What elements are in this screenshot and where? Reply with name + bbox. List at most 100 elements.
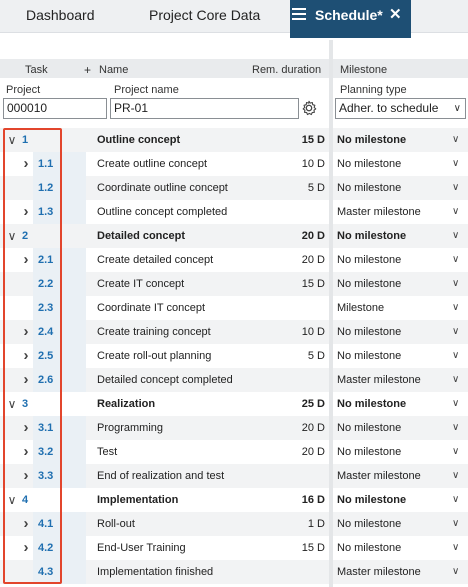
task-number[interactable]: 2.3 xyxy=(38,296,53,320)
chevron-down-icon[interactable]: ∨ xyxy=(452,416,459,440)
project-field[interactable]: 000010 xyxy=(3,98,107,119)
column-header-name[interactable]: Name xyxy=(99,64,128,76)
expand-chevron-icon[interactable]: › xyxy=(20,368,32,392)
task-name[interactable]: Test xyxy=(97,440,297,464)
chevron-down-icon[interactable]: ∨ xyxy=(452,464,459,488)
table-row[interactable]: › 2.1 Create detailed concept 20 D No milest… xyxy=(0,248,468,272)
column-header-task[interactable]: Task xyxy=(25,64,48,76)
task-number[interactable]: 3.1 xyxy=(38,416,53,440)
remaining-duration[interactable]: 20 D xyxy=(275,248,325,272)
milestone-select[interactable]: No milestone xyxy=(337,488,447,512)
task-name[interactable]: Outline concept completed xyxy=(97,200,297,224)
tab-project-core-data[interactable]: Project Core Data xyxy=(149,0,260,33)
task-name[interactable]: Create detailed concept xyxy=(97,248,297,272)
milestone-select[interactable]: Milestone xyxy=(337,296,447,320)
table-row[interactable]: 2.2 Create IT concept 15 D No milestone ∨ xyxy=(0,272,468,296)
remaining-duration[interactable]: 20 D xyxy=(275,440,325,464)
expand-chevron-icon[interactable]: › xyxy=(20,152,32,176)
milestone-select[interactable]: Master milestone xyxy=(337,200,447,224)
table-row[interactable]: ∨ 1 Outline concept 15 D No milestone ∨ xyxy=(0,128,468,152)
expand-chevron-icon[interactable]: › xyxy=(20,248,32,272)
task-name[interactable]: End-User Training xyxy=(97,536,297,560)
gear-icon[interactable] xyxy=(300,99,318,117)
chevron-down-icon[interactable]: ∨ xyxy=(452,296,459,320)
chevron-down-icon[interactable]: ∨ xyxy=(452,344,459,368)
remaining-duration[interactable]: 15 D xyxy=(275,128,325,152)
task-number[interactable]: 2.4 xyxy=(38,320,53,344)
expand-chevron-icon[interactable]: › xyxy=(20,200,32,224)
task-number[interactable]: 3.3 xyxy=(38,464,53,488)
remaining-duration[interactable] xyxy=(275,464,325,488)
remaining-duration[interactable]: 10 D xyxy=(275,152,325,176)
remaining-duration[interactable] xyxy=(275,560,325,584)
expand-chevron-icon[interactable]: › xyxy=(20,536,32,560)
task-name[interactable]: Create IT concept xyxy=(97,272,297,296)
task-number[interactable]: 4.3 xyxy=(38,560,53,584)
expand-chevron-icon[interactable]: › xyxy=(20,344,32,368)
remaining-duration[interactable]: 15 D xyxy=(275,272,325,296)
table-row[interactable]: › 2.6 Detailed concept completed Master mil… xyxy=(0,368,468,392)
column-header-milestone[interactable]: Milestone xyxy=(340,64,387,76)
milestone-select[interactable]: Master milestone xyxy=(337,560,447,584)
remaining-duration[interactable] xyxy=(275,368,325,392)
remaining-duration[interactable]: 20 D xyxy=(275,416,325,440)
task-name[interactable]: Create training concept xyxy=(97,320,297,344)
milestone-select[interactable]: No milestone xyxy=(337,512,447,536)
table-row[interactable]: › 3.2 Test 20 D No milestone ∨ xyxy=(0,440,468,464)
hamburger-menu-icon[interactable] xyxy=(292,8,306,21)
task-number[interactable]: 4 xyxy=(22,488,28,512)
expand-chevron-icon[interactable]: › xyxy=(20,416,32,440)
task-number[interactable]: 1.1 xyxy=(38,152,53,176)
milestone-select[interactable]: No milestone xyxy=(337,224,447,248)
task-number[interactable]: 2.1 xyxy=(38,248,53,272)
milestone-select[interactable]: No milestone xyxy=(337,416,447,440)
chevron-down-icon[interactable]: ∨ xyxy=(452,224,459,248)
table-row[interactable]: ∨ 2 Detailed concept 20 D No milestone ∨ xyxy=(0,224,468,248)
table-row[interactable]: › 4.2 End-User Training 15 D No milestone ∨ xyxy=(0,536,468,560)
milestone-select[interactable]: No milestone xyxy=(337,152,447,176)
chevron-down-icon[interactable]: ∨ xyxy=(452,128,459,152)
chevron-down-icon[interactable]: ∨ xyxy=(452,392,459,416)
collapse-chevron-icon[interactable]: ∨ xyxy=(6,392,18,416)
collapse-chevron-icon[interactable]: ∨ xyxy=(6,128,18,152)
milestone-select[interactable]: No milestone xyxy=(337,272,447,296)
milestone-select[interactable]: No milestone xyxy=(337,248,447,272)
remaining-duration[interactable]: 16 D xyxy=(275,488,325,512)
table-row[interactable]: › 3.3 End of realization and test Master mi… xyxy=(0,464,468,488)
task-name[interactable]: Coordinate outline concept xyxy=(97,176,297,200)
table-row[interactable]: › 4.1 Roll-out 1 D No milestone ∨ xyxy=(0,512,468,536)
milestone-select[interactable]: Master milestone xyxy=(337,368,447,392)
remaining-duration[interactable]: 15 D xyxy=(275,536,325,560)
add-task-button[interactable]: + xyxy=(84,63,91,77)
table-row[interactable]: ∨ 3 Realization 25 D No milestone ∨ xyxy=(0,392,468,416)
milestone-select[interactable]: No milestone xyxy=(337,320,447,344)
remaining-duration[interactable]: 25 D xyxy=(275,392,325,416)
milestone-select[interactable]: No milestone xyxy=(337,536,447,560)
chevron-down-icon[interactable]: ∨ xyxy=(452,560,459,584)
task-name[interactable]: Create roll-out planning xyxy=(97,344,297,368)
task-name[interactable]: Coordinate IT concept xyxy=(97,296,297,320)
milestone-select[interactable]: Master milestone xyxy=(337,464,447,488)
task-number[interactable]: 3 xyxy=(22,392,28,416)
chevron-down-icon[interactable]: ∨ xyxy=(452,536,459,560)
expand-chevron-icon[interactable]: › xyxy=(20,512,32,536)
tab-dashboard[interactable]: Dashboard xyxy=(26,0,95,33)
milestone-select[interactable]: No milestone xyxy=(337,440,447,464)
task-number[interactable]: 1 xyxy=(22,128,28,152)
project-name-field[interactable]: PR-01 xyxy=(110,98,299,119)
chevron-down-icon[interactable]: ∨ xyxy=(452,488,459,512)
task-number[interactable]: 2.2 xyxy=(38,272,53,296)
milestone-select[interactable]: No milestone xyxy=(337,392,447,416)
table-row[interactable]: 2.3 Coordinate IT concept Milestone ∨ xyxy=(0,296,468,320)
chevron-down-icon[interactable]: ∨ xyxy=(452,440,459,464)
chevron-down-icon[interactable]: ∨ xyxy=(452,368,459,392)
remaining-duration[interactable]: 1 D xyxy=(275,512,325,536)
expand-chevron-icon[interactable]: › xyxy=(20,464,32,488)
milestone-select[interactable]: No milestone xyxy=(337,128,447,152)
planning-type-select[interactable]: Adher. to schedule ∨ xyxy=(335,98,466,119)
remaining-duration[interactable] xyxy=(275,200,325,224)
table-row[interactable]: ∨ 4 Implementation 16 D No milestone ∨ xyxy=(0,488,468,512)
task-name[interactable]: Realization xyxy=(97,392,297,416)
table-row[interactable]: › 2.5 Create roll-out planning 5 D No milest… xyxy=(0,344,468,368)
remaining-duration[interactable]: 5 D xyxy=(275,344,325,368)
